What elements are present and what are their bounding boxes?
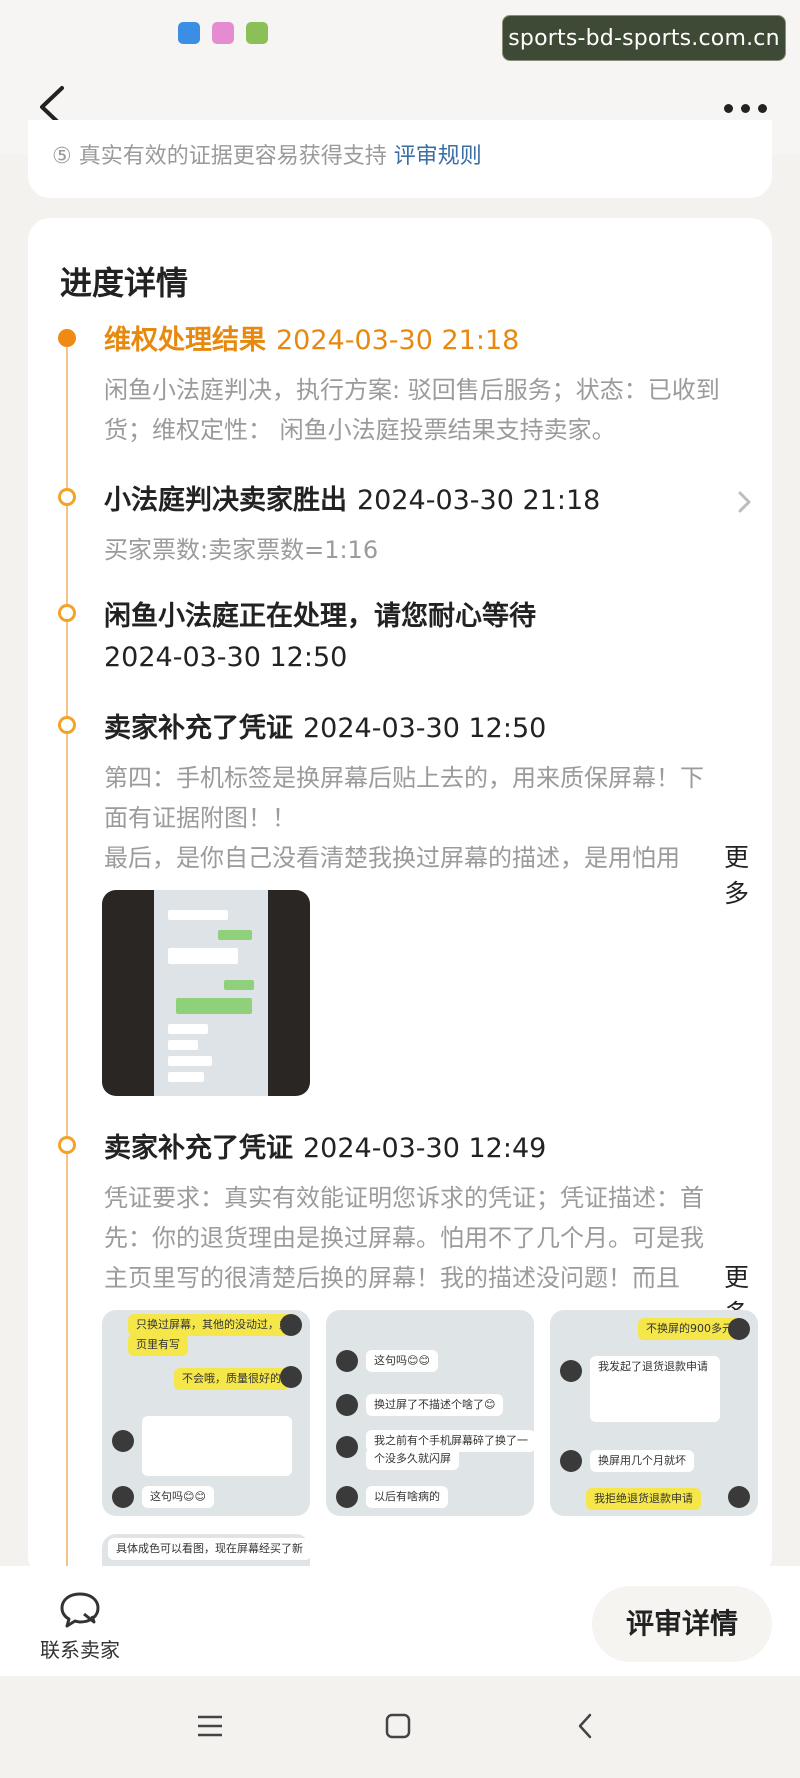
chat-screenshot[interactable]: 只换过屏幕，其他的没动过，主 页里有写 不会哦，质量很好的 这句吗😊😊 [102,1310,310,1516]
result-body-line: 货；维权定性： 闲鱼小法庭投票结果支持卖家。 [104,416,616,444]
contact-seller-button[interactable]: 联系卖家 [30,1590,130,1670]
evidence2-body-line: 先：你的退货理由是换过屏幕。怕用不了几个月。可是我 [104,1224,704,1252]
more-link[interactable]: 更多 [720,838,772,910]
review-rules-link[interactable]: 评审规则 [394,144,482,169]
evidence-body-line: 面有证据附图！！ [104,804,296,832]
timeline-dot [58,488,76,506]
evidence-body-line: 第四：手机标签是换屏幕后贴上去的，用来质保屏幕！下 [104,764,704,792]
more-dot [741,103,750,113]
processing-title: 闲鱼小法庭正在处理，请您耐心等待 [104,601,536,632]
home-icon[interactable] [382,1710,414,1742]
info-icon: ⑤ [52,144,79,169]
evidence-photo[interactable] [102,890,310,1096]
system-nav-bar [0,1676,800,1778]
result-title: 维权处理结果 [104,325,266,356]
watermark: sports-bd-sports.com.cn [502,15,786,61]
evidence2-title: 卖家补充了凭证 [104,1133,293,1164]
progress-card: 进度详情 维权处理结果 2024-03-30 21:18 闲鱼小法庭判决，执行方案… [28,218,772,1588]
status-icons [178,22,268,44]
menu-icon[interactable] [194,1710,226,1742]
evidence2-time: 2024-03-30 12:49 [303,1133,547,1164]
evidence-body-line: 最后，是你自己没看清楚我换过屏幕的描述，是用怕用 [104,844,680,872]
timeline-item-title: 卖家补充了凭证 2024-03-30 12:49 [104,1126,546,1165]
evidence2-body-line: 凭证要求：真实有效能证明您诉求的凭证；凭证描述：首 [104,1184,704,1212]
verdict-title: 小法庭判决卖家胜出 [104,485,347,516]
bottom-action-bar: 联系卖家 评审详情 [0,1566,800,1676]
contact-seller-label: 联系卖家 [40,1638,120,1662]
more-dot [758,103,767,113]
chat-screenshot[interactable]: 这句吗😊😊 换过屏了不描述个啥了😊 我之前有个手机屏幕碎了换了一 个没多久就闪屏… [326,1310,534,1516]
rules-card: ⑤ 真实有效的证据更容易获得支持 评审规则 [28,120,772,198]
app-icon-pink [212,22,234,44]
processing-time: 2024-03-30 12:50 [104,642,348,673]
evidence-body: 第四：手机标签是换屏幕后贴上去的，用来质保屏幕！下 面有证据附图！！ 最后，是你… [104,758,784,878]
app-icon-green [246,22,268,44]
evidence-title: 卖家补充了凭证 [104,713,293,744]
evidence2-body: 凭证要求：真实有效能证明您诉求的凭证；凭证描述：首 先：你的退货理由是换过屏幕。… [104,1178,784,1298]
evidence-time: 2024-03-30 12:50 [303,713,547,744]
more-button[interactable] [724,96,774,120]
app-icon-blue [178,22,200,44]
progress-title: 进度详情 [60,264,189,302]
timeline-dot [58,716,76,734]
timeline-line [66,338,68,1588]
timeline-item-title: 卖家补充了凭证 2024-03-30 12:50 [104,706,546,745]
timeline-dot-active [58,329,76,347]
result-time: 2024-03-30 21:18 [276,325,520,356]
evidence-hint: ⑤ 真实有效的证据更容易获得支持 评审规则 [52,138,482,170]
verdict-time: 2024-03-30 21:18 [357,485,601,516]
timeline-dot [58,1136,76,1154]
timeline-dot [58,604,76,622]
back-icon[interactable] [570,1710,602,1742]
chat-screenshot[interactable]: 不换屏的900多元 我发起了退货退款申请 换屏用几个月就坏 我拒绝退货退款申请 [550,1310,758,1516]
timeline-item-title[interactable]: 小法庭判决卖家胜出 2024-03-30 21:18 [104,478,600,517]
phone-screen [154,890,268,1096]
review-details-button[interactable]: 评审详情 [592,1586,772,1662]
timeline-item-title: 维权处理结果 2024-03-30 21:18 [104,318,519,357]
more-dot [724,103,733,113]
result-body: 闲鱼小法庭判决，执行方案: 驳回售后服务；状态：已收到 货；维权定性： 闲鱼小法… [104,370,784,450]
result-body-line: 闲鱼小法庭判决，执行方案: 驳回售后服务；状态：已收到 [104,376,720,404]
chevron-right-icon[interactable] [734,488,754,516]
evidence-hint-text: 真实有效的证据更容易获得支持 [78,144,387,169]
status-bar: sports-bd-sports.com.cn [0,0,800,64]
chat-bubble-icon [60,1592,100,1628]
evidence2-body-line: 主页里写的很清楚后换的屏幕！我的描述没问题！而且 [104,1264,680,1292]
vote-count: 买家票数:卖家票数=1:16 [104,536,379,564]
timeline-item-title: 闲鱼小法庭正在处理，请您耐心等待 [104,594,536,633]
